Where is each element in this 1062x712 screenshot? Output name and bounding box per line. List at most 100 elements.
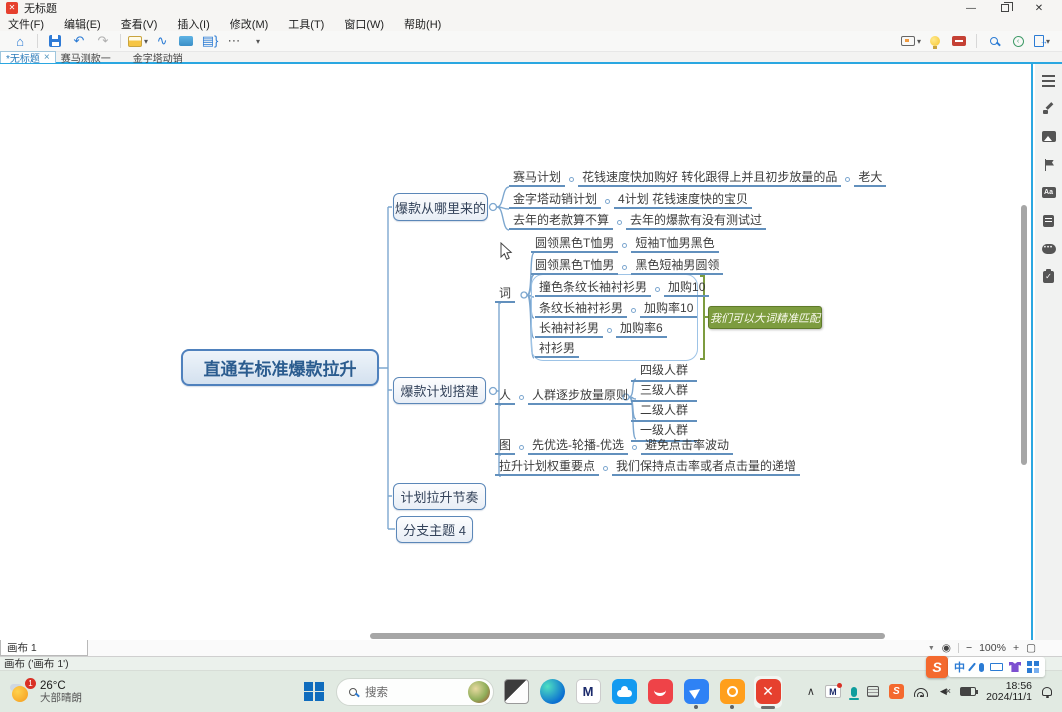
tab-untitled[interactable]: *无标题 × [0,51,56,63]
slideshow-button[interactable] [949,32,969,50]
overview-icon[interactable]: ◉ [942,642,951,654]
canvas-tab-1[interactable]: 画布 1 [0,640,88,656]
horizontal-scrollbar[interactable] [370,633,885,639]
volume-muted-icon[interactable]: ◀× [940,686,950,697]
taskbar-app-explorer[interactable] [502,675,530,709]
link-dot-icon[interactable] [607,328,612,333]
vertical-scrollbar[interactable] [1021,205,1027,465]
export-button[interactable]: ▾ [1032,32,1052,50]
link-dot-icon[interactable] [605,199,610,204]
notes-icon[interactable] [1042,214,1056,227]
keyword-row[interactable]: 长袖衬衫男 加购率6 [535,321,667,338]
close-button[interactable]: ✕ [1022,0,1056,16]
audience-level-2[interactable]: 二级人群 [631,401,697,422]
redo-button[interactable]: ↷ [93,32,113,50]
tray-clipboard-icon[interactable] [867,686,879,697]
central-topic[interactable]: 直通车标准爆款拉升 [181,349,379,386]
minimize-button[interactable]: — [954,0,988,16]
tray-im-icon[interactable]: M [825,685,841,698]
style-button[interactable]: ▾ [128,32,148,50]
taskbar-app-cloud[interactable] [610,675,638,709]
topic-people[interactable]: 人 人群逐步放量原则 [495,388,632,405]
battery-icon[interactable] [960,687,976,696]
menu-help[interactable]: 帮助(H) [404,16,441,32]
flag-icon[interactable] [1042,158,1056,171]
summary-button[interactable]: ▤} [200,32,220,50]
tab-saima[interactable]: 赛马测款一 [56,50,116,65]
tray-mic-icon[interactable] [851,687,857,697]
keyword-row[interactable]: 衬衫男 [535,341,579,358]
menu-insert[interactable]: 插入(I) [177,16,209,32]
more-tools-caret[interactable]: ▾ [248,32,268,50]
keyword-row[interactable]: 圆领黑色T恤男 黑色短袖男圆领 [531,258,723,275]
menu-edit[interactable]: 编辑(E) [64,16,101,32]
filter-icon[interactable]: ▼ [928,645,935,652]
handwriting-icon[interactable] [971,662,973,672]
topic-weight[interactable]: 拉升计划权重要点 我们保持点击率或者点击量的递增 [495,459,800,476]
callout-button[interactable] [176,32,196,50]
skin-icon[interactable] [1009,662,1021,672]
branch-subtopic-4[interactable]: 分支主题 4 [396,516,473,543]
menu-view[interactable]: 查看(V) [121,16,158,32]
menu-window[interactable]: 窗口(W) [344,16,384,32]
zoom-in-button[interactable]: + [1013,642,1019,654]
audience-level-3[interactable]: 三级人群 [631,381,697,402]
tab-jinzita[interactable]: 金字塔动销 [128,50,188,65]
presentation-button[interactable]: ▾ [901,32,921,50]
keyword-row[interactable]: 条纹长袖衬衫男 加购率10 [535,301,697,318]
save-button[interactable] [45,32,65,50]
toolbox-icon[interactable] [1027,661,1039,673]
branch-lift-rhythm[interactable]: 计划拉升节奏 [393,483,486,510]
format-brush-icon[interactable] [1042,102,1056,115]
link-dot-icon[interactable] [519,395,524,400]
branch-where-hits-come-from[interactable]: 爆款从哪里来的 [393,193,488,221]
fit-window-icon[interactable]: ▢ [1026,642,1036,654]
restore-button[interactable] [988,0,1022,16]
taskbar-app-xmind-active[interactable]: ✕ [754,675,782,709]
taskbar-clock[interactable]: 18:56 2024/11/1 [986,681,1032,703]
taskbar-app-red[interactable] [646,675,674,709]
outline-icon[interactable] [1042,74,1056,87]
language-mode-toggle[interactable]: 中 [954,659,965,675]
link-dot-icon[interactable] [603,466,608,471]
link-dot-icon[interactable] [622,265,627,270]
task-icon[interactable]: ✓ [1042,270,1056,283]
voice-input-icon[interactable] [979,663,984,672]
keyword-row[interactable]: 圆领黑色T恤男 短袖T恤男黑色 [531,236,719,253]
start-button[interactable] [300,675,328,709]
weather-widget[interactable]: 1 26°C 大部晴朗 [0,680,150,704]
mindmap-canvas[interactable]: 直通车标准爆款拉升 爆款从哪里来的 爆款计划搭建 计划拉升节奏 分支主题 4 赛… [0,64,1033,640]
comment-icon[interactable]: ••• [1042,242,1056,255]
image-icon[interactable] [1042,130,1056,143]
link-dot-icon[interactable] [655,287,660,292]
taskbar-search[interactable]: 搜索 [336,678,494,706]
link-dot-icon[interactable] [622,243,627,248]
link-dot-icon[interactable] [519,445,524,450]
idea-button[interactable] [925,32,945,50]
font-icon[interactable]: Aa [1042,186,1056,199]
soft-keyboard-icon[interactable] [990,663,1003,671]
tray-chevron-icon[interactable]: ∧ [807,685,815,698]
topic-word[interactable]: 词 [495,286,515,303]
more-tools-button[interactable]: ⋯ [224,32,244,50]
topic-row[interactable]: 金字塔动销计划 4计划 花钱速度快的宝贝 [509,192,752,209]
share-button[interactable]: ‹ [1008,32,1028,50]
keyword-row[interactable]: 撞色条纹长袖衬衫男 加购10 [535,280,709,297]
home-button[interactable]: ⌂ [10,32,30,50]
link-dot-icon[interactable] [845,177,850,182]
relationship-button[interactable]: ∿ [152,32,172,50]
tab-close-icon[interactable]: × [44,52,50,63]
menu-file[interactable]: 文件(F) [8,16,44,32]
menu-tools[interactable]: 工具(T) [288,16,324,32]
summary-note[interactable]: 我们可以大词精准匹配 [708,306,822,329]
zoom-level[interactable]: 100% [979,642,1006,654]
sogou-logo-icon[interactable]: S [926,656,948,678]
link-dot-icon[interactable] [569,177,574,182]
search-highlight-image[interactable] [468,681,490,703]
taskbar-app-im[interactable]: M [574,675,602,709]
topic-row[interactable]: 去年的老款算不算 去年的爆款有没有测试过 [509,213,766,230]
link-dot-icon[interactable] [631,308,636,313]
search-button[interactable] [984,32,1004,50]
wifi-icon[interactable] [914,686,930,697]
tray-sogou-icon[interactable]: S [889,684,904,699]
